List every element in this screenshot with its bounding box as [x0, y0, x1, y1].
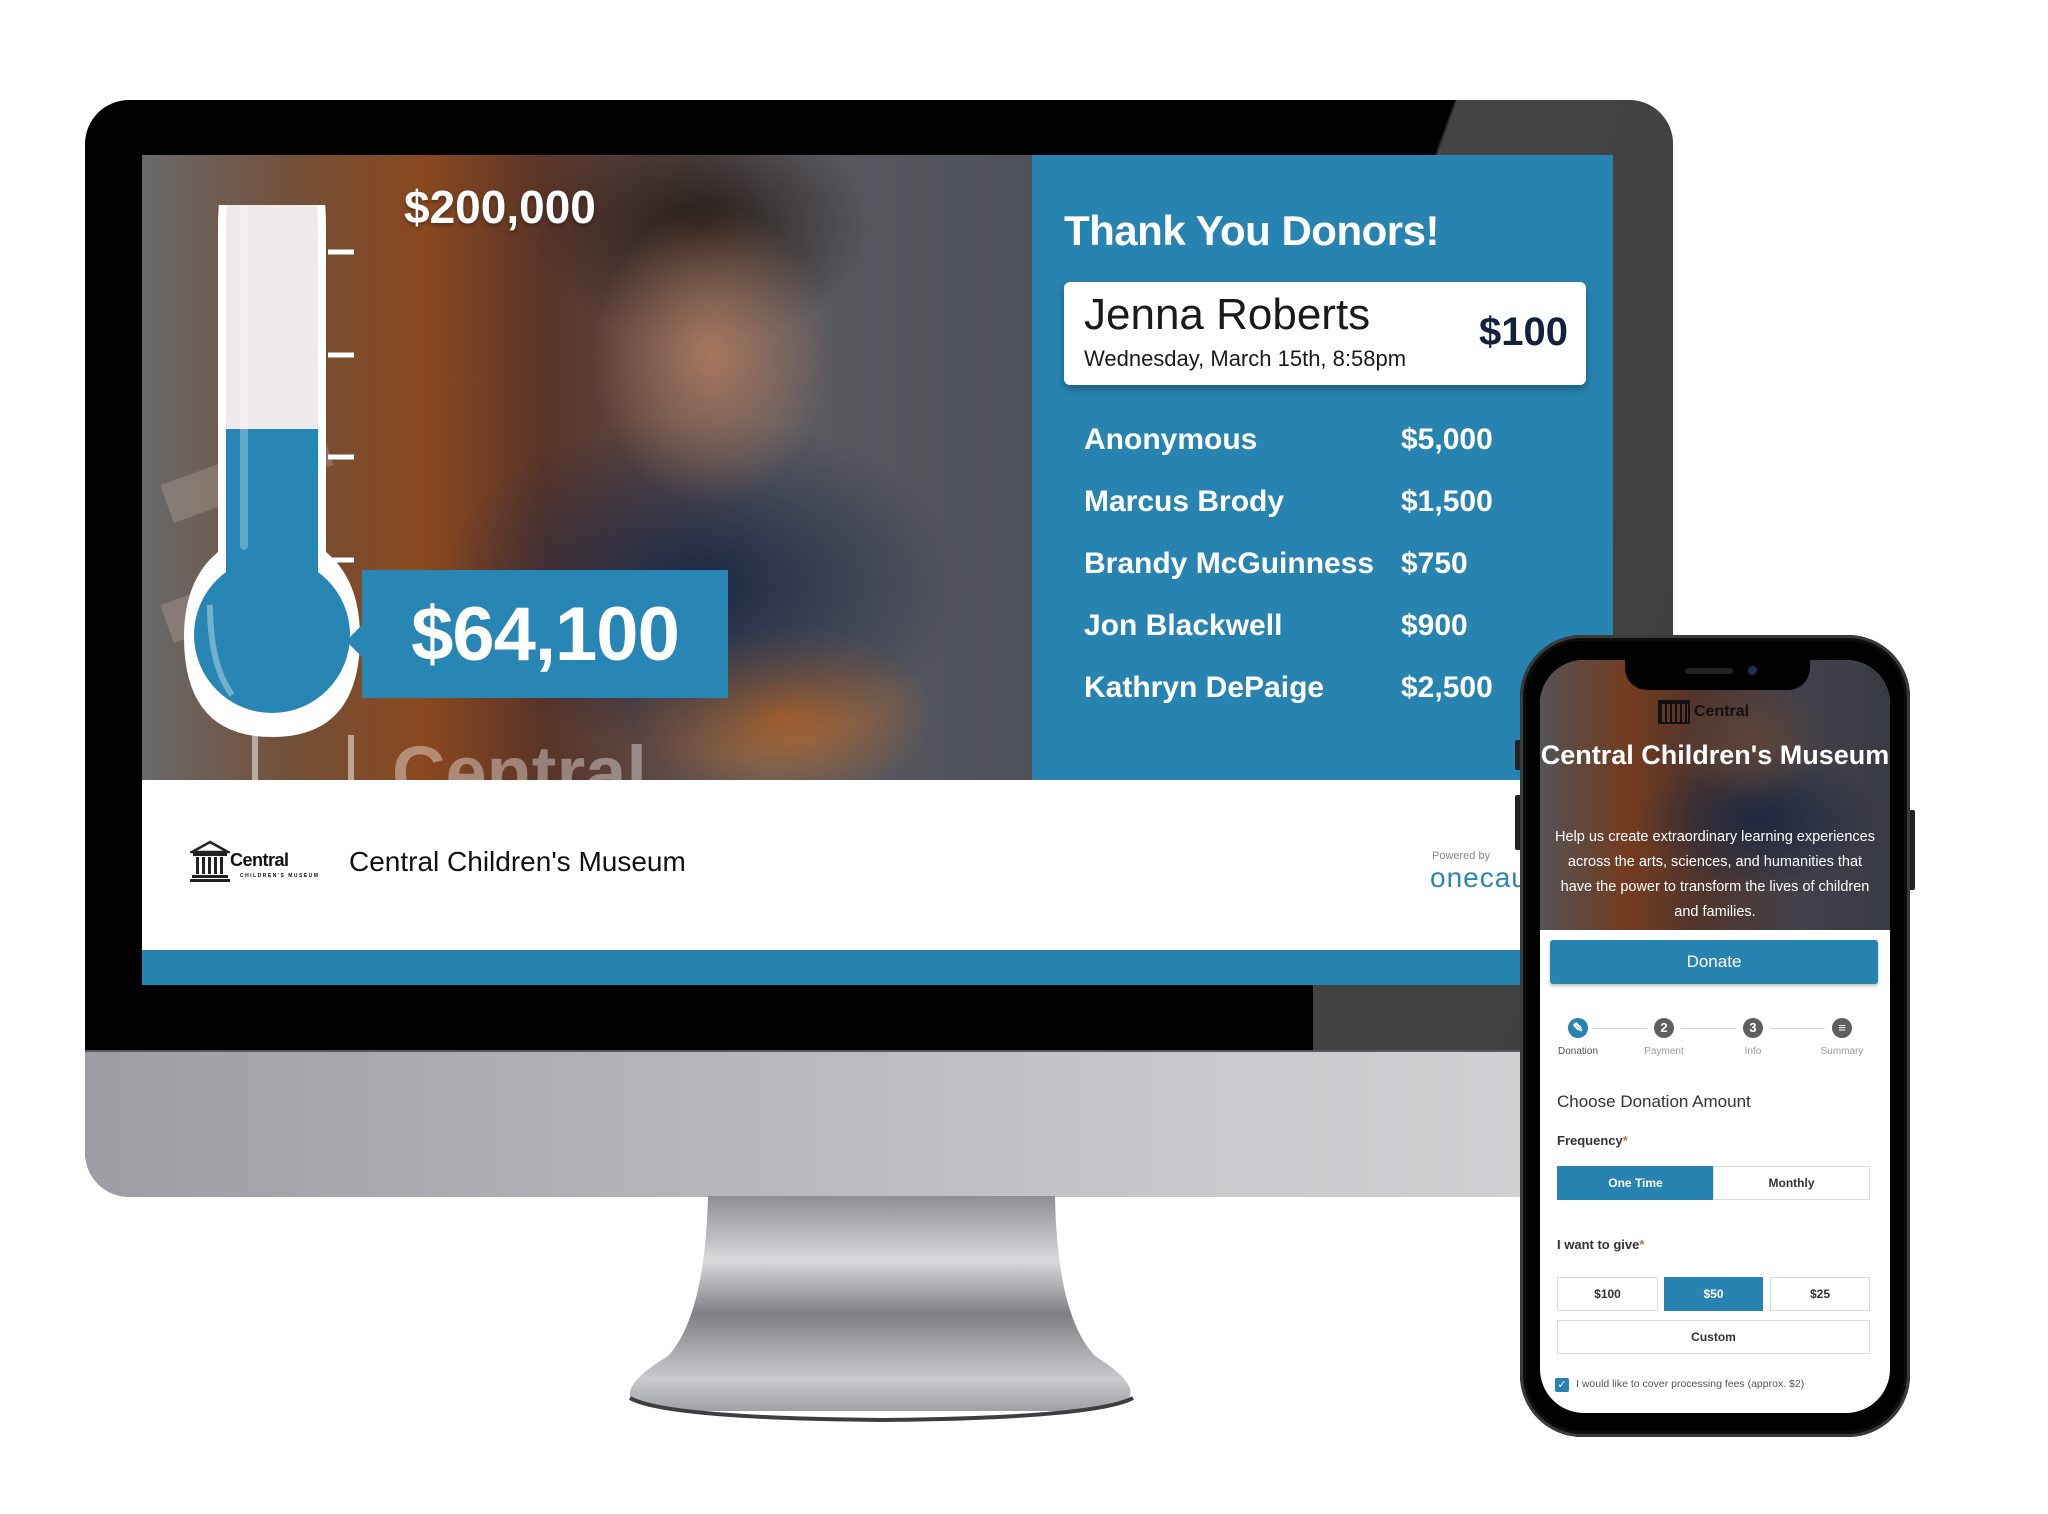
- featured-donor-date: Wednesday, March 15th, 8:58pm: [1084, 346, 1407, 371]
- donor-row: Anonymous $5,000: [1084, 423, 1524, 471]
- step-label: Payment: [1644, 1046, 1684, 1057]
- museum-building-icon: [190, 840, 230, 882]
- amount-option-100[interactable]: $100: [1557, 1277, 1658, 1311]
- frequency-monthly[interactable]: Monthly: [1713, 1166, 1870, 1200]
- frequency-label: Frequency*: [1557, 1133, 1628, 1148]
- fee-checkbox-label: I would like to cover processing fees (a…: [1576, 1378, 1805, 1390]
- fee-checkbox[interactable]: ✓: [1555, 1378, 1569, 1392]
- featured-donor-amount: $100: [1479, 310, 1568, 354]
- camera-icon: [1748, 666, 1757, 675]
- form-title: Choose Donation Amount: [1557, 1092, 1751, 1111]
- phone-screen: Central Central Children's Museum Help u…: [1540, 660, 1890, 1413]
- step-donation[interactable]: ✎ Donation: [1548, 1018, 1608, 1057]
- monitor-stand: [629, 1196, 1134, 1423]
- logo-subtitle: CHILDREN'S MUSEUM: [240, 873, 320, 879]
- monitor-screen: Central $200,000 $64,100 Thank You Donor…: [142, 155, 1613, 985]
- amount-option-50[interactable]: $50: [1664, 1277, 1763, 1311]
- org-name: Central Children's Museum: [349, 846, 686, 877]
- donor-amount: $1,500: [1401, 485, 1493, 518]
- pencil-icon: ✎: [1568, 1018, 1588, 1038]
- screen-footer: Central CHILDREN'S MUSEUM Central Childr…: [142, 780, 1613, 950]
- screen-bottom-bar: [142, 950, 1613, 985]
- donors-title: Thank You Donors!: [1064, 207, 1439, 254]
- donor-row: Kathryn DePaige $2,500: [1084, 671, 1524, 719]
- donor-row: Jon Blackwell $900: [1084, 609, 1524, 657]
- onecause-logo: onecau: [1430, 862, 1528, 893]
- step-label: Summary: [1820, 1046, 1864, 1057]
- step-2-icon: 2: [1654, 1018, 1674, 1038]
- donor-amount: $2,500: [1401, 671, 1493, 704]
- donor-name: Jon Blackwell: [1084, 609, 1283, 642]
- donor-name: Brandy McGuinness: [1084, 547, 1375, 580]
- donor-row: Marcus Brody $1,500: [1084, 485, 1524, 533]
- featured-donor-name: Jenna Roberts: [1084, 290, 1371, 339]
- list-icon: ≡: [1832, 1018, 1852, 1038]
- custom-amount-button[interactable]: Custom: [1557, 1320, 1870, 1354]
- raised-callout-pointer: [346, 625, 362, 657]
- featured-donor-card: Jenna Roberts Wednesday, March 15th, 8:5…: [1064, 282, 1586, 385]
- frequency-one-time[interactable]: One Time: [1557, 1166, 1714, 1200]
- step-label: Info: [1744, 1046, 1762, 1057]
- step-info[interactable]: 3 Info: [1723, 1018, 1783, 1057]
- goal-amount: $200,000: [404, 181, 596, 233]
- museum-building-icon: [1658, 700, 1690, 724]
- amount-option-25[interactable]: $25: [1770, 1277, 1870, 1311]
- hero-banner: Central Central Children's Museum Help u…: [1540, 660, 1890, 930]
- hero-logo-word: Central: [1694, 703, 1750, 721]
- donor-name: Anonymous: [1084, 423, 1258, 456]
- museum-logo: Central CHILDREN'S MUSEUM: [190, 838, 325, 888]
- donor-name: Kathryn DePaige: [1084, 671, 1325, 704]
- give-label: I want to give*: [1557, 1237, 1645, 1252]
- hero-title: Central Children's Museum: [1540, 740, 1890, 770]
- donor-amount: $5,000: [1401, 423, 1493, 456]
- step-label: Donation: [1557, 1046, 1599, 1057]
- step-3-icon: 3: [1743, 1018, 1763, 1038]
- photo-watermark: Central: [392, 731, 647, 780]
- logo-word: Central: [230, 850, 289, 870]
- monitor-chin: [85, 1050, 1673, 1197]
- donor-name: Marcus Brody: [1084, 485, 1285, 518]
- step-summary[interactable]: ≡ Summary: [1812, 1018, 1872, 1057]
- thermometer-icon: [184, 205, 360, 737]
- donor-row: Brandy McGuinness $750: [1084, 547, 1524, 595]
- donor-amount: $750: [1401, 547, 1468, 580]
- powered-by-label: Powered by: [1432, 850, 1491, 862]
- raised-amount: $64,100: [411, 591, 680, 677]
- donor-amount: $900: [1401, 609, 1468, 642]
- raised-amount-box: $64,100: [362, 570, 728, 698]
- step-payment[interactable]: 2 Payment: [1634, 1018, 1694, 1057]
- hero-description: Help us create extraordinary learning ex…: [1555, 829, 1875, 920]
- donate-button[interactable]: Donate: [1550, 940, 1878, 984]
- hero-logo: Central: [1658, 700, 1749, 724]
- phone-notch: [1625, 660, 1810, 690]
